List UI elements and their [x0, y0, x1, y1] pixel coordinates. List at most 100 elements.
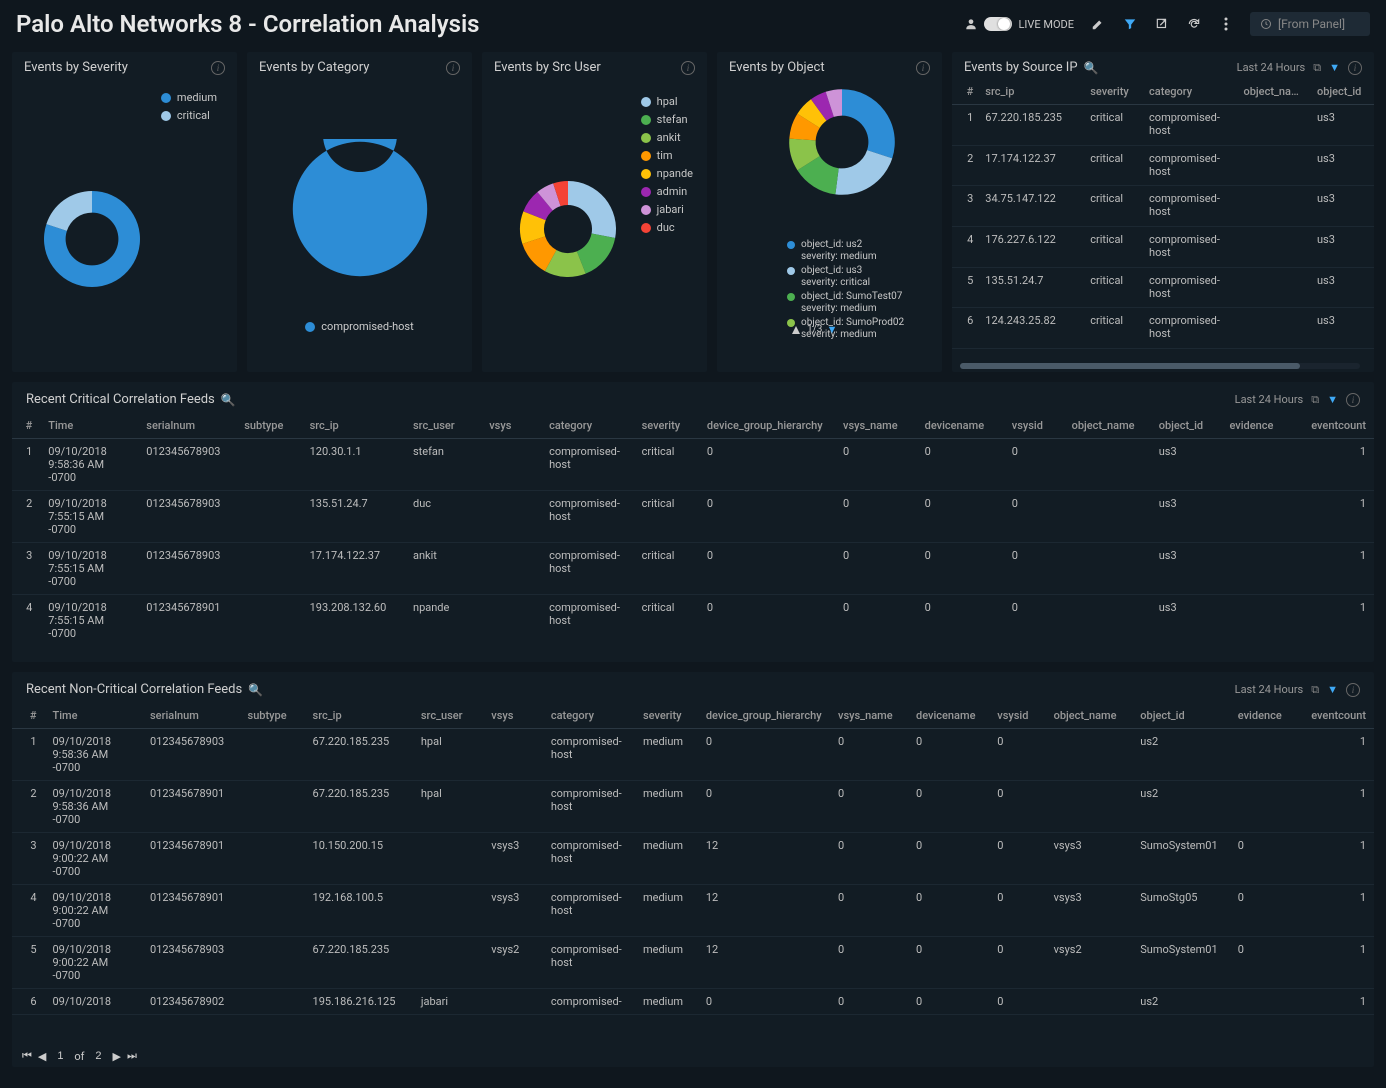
object-donut[interactable]	[787, 87, 897, 197]
info-icon[interactable]: i	[211, 61, 225, 75]
table-row[interactable]: 109/10/2018 9:58:36 AM -0700012345678903…	[12, 729, 1374, 781]
horizontal-scrollbar[interactable]	[960, 363, 1360, 369]
col-src_ip[interactable]: src_ip	[305, 703, 413, 729]
triangle-down-icon[interactable]	[828, 326, 836, 334]
col-severity[interactable]: severity	[635, 703, 698, 729]
col-dgh[interactable]: device_group_hierarchy	[699, 413, 835, 439]
col-subtype[interactable]: subtype	[236, 413, 301, 439]
search-icon[interactable]: 🔍	[248, 683, 263, 697]
col-serialnum[interactable]: serialnum	[142, 703, 240, 729]
col-object-id[interactable]: object_id	[1311, 79, 1374, 105]
search-icon[interactable]: 🔍	[1084, 61, 1099, 75]
col-vsys_name[interactable]: vsys_name	[830, 703, 908, 729]
table-row[interactable]: 209/10/2018 9:58:36 AM -0700012345678901…	[12, 781, 1374, 833]
table-row[interactable]: 609/10/2018012345678902195.186.216.125ja…	[12, 989, 1374, 1015]
col-object-name[interactable]: object_name	[1238, 79, 1311, 105]
table-row[interactable]: 209/10/2018 7:55:15 AM -0700012345678903…	[12, 491, 1374, 543]
col-object_name[interactable]: object_name	[1064, 413, 1151, 439]
col-evidence[interactable]: evidence	[1230, 703, 1300, 729]
legend-item[interactable]: tim	[641, 147, 693, 165]
col-eventcount[interactable]: eventcount	[1300, 703, 1374, 729]
col-object_name[interactable]: object_name	[1046, 703, 1133, 729]
legend-item[interactable]: duc	[641, 219, 693, 237]
copy-icon[interactable]: ⧉	[1311, 683, 1319, 697]
col-vsys[interactable]: vsys	[483, 703, 543, 729]
table-row[interactable]: 409/10/2018 9:00:22 AM -0700012345678901…	[12, 885, 1374, 937]
table-row[interactable]: 109/10/2018 9:58:36 AM -0700012345678903…	[12, 439, 1374, 491]
table-row[interactable]: 167.220.185.235criticalcompromised-hostu…	[952, 105, 1374, 146]
table-row[interactable]: 309/10/2018 9:00:22 AM -0700012345678901…	[12, 833, 1374, 885]
filter-icon[interactable]: ▼	[1327, 393, 1338, 406]
col-n[interactable]: #	[12, 703, 45, 729]
table-row[interactable]: 217.174.122.37criticalcompromised-hostus…	[952, 145, 1374, 186]
refresh-icon[interactable]	[1186, 16, 1202, 32]
legend-item[interactable]: npande	[641, 165, 693, 183]
filter-icon[interactable]	[1122, 16, 1138, 32]
prev-page-button[interactable]: ◀	[38, 1050, 46, 1063]
first-page-button[interactable]: ⏮	[22, 1049, 32, 1063]
legend-item[interactable]: admin	[641, 183, 693, 201]
info-icon[interactable]: i	[1346, 683, 1360, 697]
col-dgh[interactable]: device_group_hierarchy	[698, 703, 830, 729]
col-devicename[interactable]: devicename	[908, 703, 989, 729]
info-icon[interactable]: i	[1348, 61, 1362, 75]
col-object_id[interactable]: object_id	[1151, 413, 1222, 439]
search-icon[interactable]: 🔍	[221, 393, 236, 407]
col-n[interactable]: #	[952, 79, 979, 105]
col-serialnum[interactable]: serialnum	[138, 413, 236, 439]
table-row[interactable]: 509/10/2018 9:00:22 AM -0700012345678903…	[12, 937, 1374, 989]
col-vsysid[interactable]: vsysid	[989, 703, 1045, 729]
col-time[interactable]: Time	[40, 413, 138, 439]
col-vsys_name[interactable]: vsys_name	[835, 413, 917, 439]
share-icon[interactable]	[1154, 16, 1170, 32]
col-vsys[interactable]: vsys	[481, 413, 541, 439]
col-devicename[interactable]: devicename	[917, 413, 1004, 439]
table-row[interactable]: 4176.227.6.122criticalcompromised-hostus…	[952, 226, 1374, 267]
legend-item[interactable]: hpal	[641, 93, 693, 111]
info-icon[interactable]: i	[1346, 393, 1360, 407]
info-icon[interactable]: i	[681, 61, 695, 75]
filter-icon[interactable]: ▼	[1327, 683, 1338, 696]
col-vsysid[interactable]: vsysid	[1004, 413, 1064, 439]
next-page-button[interactable]: ▶	[112, 1050, 120, 1063]
info-icon[interactable]: i	[446, 61, 460, 75]
col-src_user[interactable]: src_user	[405, 413, 481, 439]
legend-item[interactable]: critical	[161, 107, 217, 125]
col-eventcount[interactable]: eventcount	[1298, 413, 1374, 439]
col-severity[interactable]: severity	[1084, 79, 1143, 105]
info-icon[interactable]: i	[916, 61, 930, 75]
col-n[interactable]: #	[12, 413, 40, 439]
legend-label[interactable]: compromised-host	[321, 320, 413, 333]
legend-item[interactable]: medium	[161, 89, 217, 107]
legend-item[interactable]: object_id: SumoTest07severity: medium	[787, 291, 904, 315]
col-object_id[interactable]: object_id	[1132, 703, 1230, 729]
edit-icon[interactable]	[1090, 16, 1106, 32]
legend-item[interactable]: object_id: us2severity: medium	[787, 239, 904, 263]
legend-item[interactable]: object_id: us3severity: critical	[787, 265, 904, 289]
col-category[interactable]: category	[1143, 79, 1237, 105]
col-subtype[interactable]: subtype	[240, 703, 305, 729]
table-row[interactable]: 6124.243.25.82criticalcompromised-hostus…	[952, 308, 1374, 349]
col-src_user[interactable]: src_user	[413, 703, 483, 729]
filter-icon[interactable]: ▼	[1329, 61, 1340, 74]
col-src-ip[interactable]: src_ip	[979, 79, 1084, 105]
last-page-button[interactable]: ⏭	[127, 1049, 137, 1063]
legend-item[interactable]: stefan	[641, 111, 693, 129]
table-row[interactable]: 5135.51.24.7criticalcompromised-hostus3	[952, 267, 1374, 308]
severity-donut[interactable]	[42, 189, 142, 289]
table-row[interactable]: 309/10/2018 7:55:15 AM -0700012345678903…	[12, 543, 1374, 595]
legend-item[interactable]: ankit	[641, 129, 693, 147]
col-evidence[interactable]: evidence	[1221, 413, 1297, 439]
col-src_ip[interactable]: src_ip	[302, 413, 405, 439]
table-row[interactable]: 409/10/2018 7:55:15 AM -0700012345678901…	[12, 595, 1374, 646]
time-range-selector[interactable]: [From Panel]	[1250, 12, 1370, 36]
category-donut[interactable]	[290, 139, 430, 279]
col-time[interactable]: Time	[45, 703, 143, 729]
srcuser-donut[interactable]	[518, 179, 618, 279]
page-input[interactable]	[52, 1050, 68, 1062]
more-icon[interactable]	[1218, 16, 1234, 32]
col-category[interactable]: category	[541, 413, 634, 439]
table-row[interactable]: 334.75.147.122criticalcompromised-hostus…	[952, 186, 1374, 227]
copy-icon[interactable]: ⧉	[1313, 61, 1321, 75]
legend-item[interactable]: jabari	[641, 201, 693, 219]
